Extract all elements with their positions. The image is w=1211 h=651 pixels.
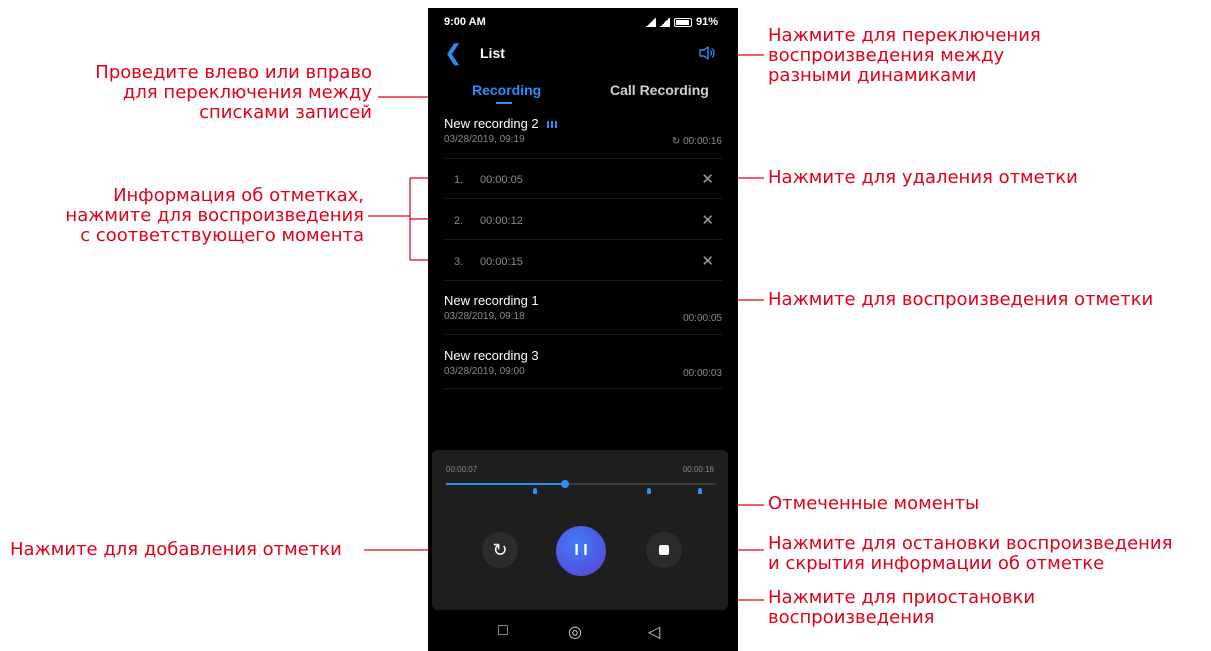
page-title: List bbox=[480, 45, 505, 61]
annotation-speaker: Нажмите для переключения воспроизведения… bbox=[768, 25, 1041, 86]
mark-pin-icon bbox=[533, 488, 538, 494]
stop-icon bbox=[659, 545, 669, 555]
mark-time: 00:00:05 bbox=[480, 174, 523, 186]
home-icon[interactable]: ◎ bbox=[568, 622, 582, 642]
divider bbox=[444, 280, 722, 281]
progress-fill bbox=[446, 483, 565, 485]
mark-time: 00:00:15 bbox=[480, 256, 523, 268]
progress-thumb[interactable] bbox=[560, 480, 569, 488]
add-mark-button[interactable]: ↻ bbox=[482, 532, 518, 568]
tab-recording[interactable]: Recording bbox=[472, 82, 541, 98]
replay-icon: ↻ bbox=[671, 136, 684, 147]
mark-item-1[interactable]: 1. 00:00:05 ✕ bbox=[454, 166, 722, 196]
signal-icon bbox=[645, 17, 656, 27]
mark-time: 00:00:12 bbox=[480, 215, 523, 227]
back-triangle-icon[interactable]: ◁ bbox=[648, 622, 660, 642]
annotation-pause: Нажмите для приостановки воспроизведения bbox=[768, 587, 1036, 628]
list-item[interactable]: New recording 3 03/28/2019, 09:00 00:00:… bbox=[444, 348, 722, 384]
divider bbox=[444, 158, 722, 159]
divider bbox=[444, 239, 722, 240]
stop-button[interactable] bbox=[646, 532, 682, 568]
battery-icon bbox=[673, 17, 692, 27]
annotation-play-mark: Нажмите для воспроизведения отметки bbox=[768, 289, 1154, 310]
mark-item-3[interactable]: 3. 00:00:15 ✕ bbox=[454, 248, 722, 278]
mark-pin-icon bbox=[646, 488, 651, 494]
pause-icon: I I bbox=[574, 542, 588, 559]
divider bbox=[444, 334, 722, 335]
progress-track[interactable] bbox=[446, 480, 716, 488]
speaker-icon[interactable] bbox=[698, 44, 716, 62]
current-time: 00:00:07 bbox=[446, 465, 478, 474]
annotation-marked-moments: Отмеченные моменты bbox=[768, 493, 980, 514]
annotation-mark-info: Информация об отметках, нажмите для восп… bbox=[65, 185, 364, 246]
delete-mark-icon[interactable]: ✕ bbox=[701, 211, 714, 229]
mark-index: 2. bbox=[454, 215, 464, 227]
annotation-delete-mark: Нажмите для удаления отметки bbox=[768, 167, 1078, 188]
mark-index: 3. bbox=[454, 256, 464, 268]
playing-indicator-icon bbox=[546, 121, 557, 128]
total-time: 00:00:16 bbox=[682, 465, 714, 474]
signal-icon-2 bbox=[659, 17, 670, 27]
recording-date: 03/28/2019, 09:18 bbox=[444, 311, 525, 322]
recording-duration: 00:00:05 bbox=[683, 313, 722, 324]
phone-screen: 9:00 AM 91% ❮ List Recording Call Record… bbox=[428, 8, 738, 651]
navigation-bar: □ ◎ ◁ bbox=[428, 614, 738, 651]
mark-pin-icon bbox=[697, 488, 702, 494]
status-time: 9:00 AM bbox=[444, 16, 486, 28]
delete-mark-icon[interactable]: ✕ bbox=[701, 252, 714, 270]
divider bbox=[444, 198, 722, 199]
list-item[interactable]: New recording 1 03/28/2019, 09:18 00:00:… bbox=[444, 293, 722, 329]
annotation-add-mark: Нажмите для добавления отметки bbox=[10, 539, 342, 560]
tab-bar: Recording Call Recording bbox=[428, 74, 738, 108]
battery-level: 91% bbox=[695, 16, 718, 28]
recording-date: 03/28/2019, 09:00 bbox=[444, 366, 525, 377]
annotation-swipe: Проведите влево или вправо для переключе… bbox=[95, 62, 372, 123]
add-mark-icon: ↻ bbox=[492, 539, 508, 560]
player-panel: 00:00:07 00:00:16 ↻ I I bbox=[432, 450, 728, 610]
recording-name: New recording 1 bbox=[444, 293, 539, 308]
header: ❮ List bbox=[428, 38, 738, 68]
tab-call-recording[interactable]: Call Recording bbox=[610, 82, 709, 98]
mark-index: 1. bbox=[454, 174, 464, 186]
status-bar: 9:00 AM 91% bbox=[428, 8, 738, 34]
active-tab-indicator bbox=[496, 102, 512, 104]
annotation-stop: Нажмите для остановки воспроизведения и … bbox=[768, 533, 1173, 574]
list-item[interactable]: New recording 2 03/28/2019, 09:19 ↻ 00:0… bbox=[444, 116, 722, 152]
back-icon[interactable]: ❮ bbox=[444, 42, 462, 64]
recent-apps-icon[interactable]: □ bbox=[498, 622, 508, 640]
recording-duration: 00:00:03 bbox=[683, 368, 722, 379]
pause-button[interactable]: I I bbox=[556, 526, 606, 576]
recording-name: New recording 2 bbox=[444, 116, 539, 131]
divider bbox=[444, 388, 722, 389]
recording-duration: 00:00:16 bbox=[683, 136, 722, 147]
mark-item-2[interactable]: 2. 00:00:12 ✕ bbox=[454, 207, 722, 237]
recording-name: New recording 3 bbox=[444, 348, 539, 363]
delete-mark-icon[interactable]: ✕ bbox=[701, 170, 714, 188]
